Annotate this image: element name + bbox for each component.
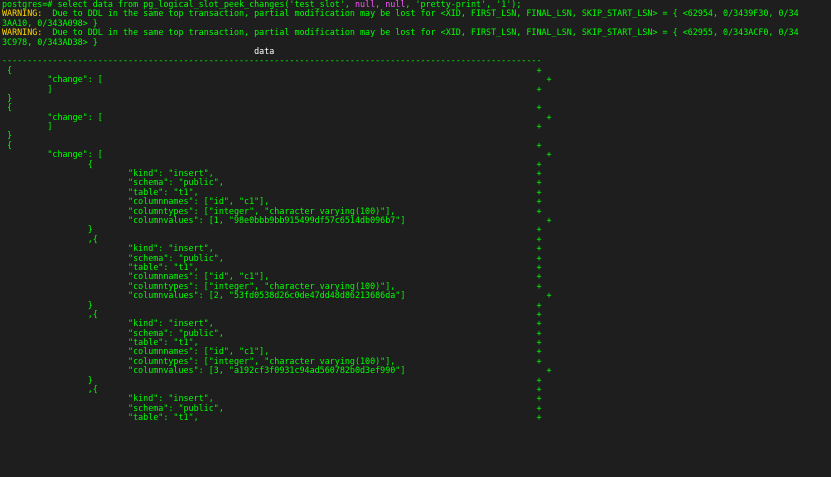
- terminal-text: "columnnames": ["id", "c1"], +: [2, 197, 542, 207]
- terminal-text: WARNING:: [2, 28, 43, 38]
- terminal-line-row: "change": [ +: [2, 113, 831, 122]
- terminal-line-row: "table": "t1", +: [2, 263, 831, 272]
- terminal-line-row: ,{ +: [2, 235, 831, 244]
- terminal-text: "schema": "public", +: [2, 403, 542, 413]
- terminal-text: "table": "t1", +: [2, 187, 542, 197]
- terminal-text: "kind": "insert", +: [2, 244, 542, 254]
- terminal-text: { +: [2, 103, 542, 113]
- terminal-text: 3AA10, 0/343A098> }: [2, 18, 98, 28]
- terminal-line-row: ] +: [2, 85, 831, 94]
- terminal-text: ,{ +: [2, 234, 542, 244]
- terminal-line-row: } +: [2, 301, 831, 310]
- terminal-line-prompt: postgres=# select data from pg_logical_s…: [2, 0, 831, 9]
- terminal-text: "table": "t1", +: [2, 413, 542, 423]
- terminal-line-row: "columnnames": ["id", "c1"], +: [2, 197, 831, 206]
- terminal-line-warning-cont: 3C978, 0/343AD38> }: [2, 38, 831, 47]
- terminal-line-row: "schema": "public", +: [2, 329, 831, 338]
- terminal-line-row: "columntypes": ["integer", "character va…: [2, 357, 831, 366]
- terminal-text: "table": "t1", +: [2, 338, 542, 348]
- terminal-line-row: "kind": "insert", +: [2, 394, 831, 403]
- terminal-text: ] +: [2, 122, 542, 132]
- terminal-text: } +: [2, 300, 542, 310]
- terminal-text: { +: [2, 140, 542, 150]
- terminal-line-row: "change": [ +: [2, 150, 831, 159]
- terminal-text: "columnnames": ["id", "c1"], +: [2, 272, 542, 282]
- terminal-text: "table": "t1", +: [2, 262, 542, 272]
- terminal-text: } +: [2, 375, 542, 385]
- terminal-line-row: "kind": "insert", +: [2, 244, 831, 253]
- terminal-text: data: [2, 46, 275, 56]
- terminal-text: ,{ +: [2, 385, 542, 395]
- terminal-line-header: data: [2, 47, 831, 56]
- terminal-text: "change": [ +: [2, 112, 552, 122]
- terminal-text: null: [385, 0, 406, 9]
- terminal-line-separator: ----------------------------------------…: [2, 56, 831, 65]
- terminal-text: ,{ +: [2, 309, 542, 319]
- terminal-line-row: }: [2, 94, 831, 103]
- terminal-text: "columnvalues": [1, "98e0bbb9bb915499df5…: [2, 215, 552, 225]
- terminal-text: "change": [ +: [2, 150, 552, 160]
- terminal-text: "columnvalues": [2, "53fd0538d26c0de47dd…: [2, 291, 552, 301]
- terminal-line-warning-cont: 3AA10, 0/343A098> }: [2, 19, 831, 28]
- terminal-line-row: "columntypes": ["integer", "character va…: [2, 282, 831, 291]
- terminal-line-row: "schema": "public", +: [2, 404, 831, 413]
- terminal-text: "schema": "public", +: [2, 178, 542, 188]
- terminal-text: "kind": "insert", +: [2, 169, 542, 179]
- terminal-text: ,: [375, 0, 386, 9]
- terminal-text: } +: [2, 225, 542, 235]
- terminal-text: Due to DDL in the same top transaction, …: [42, 28, 799, 38]
- terminal-text: null: [354, 0, 376, 9]
- terminal-line-row: "kind": "insert", +: [2, 169, 831, 178]
- terminal-text: "schema": "public", +: [2, 328, 542, 338]
- terminal-text: { +: [2, 65, 542, 75]
- terminal-line-row: ,{ +: [2, 385, 831, 394]
- terminal-text: "columnvalues": [3, "a192cf3f0931c94ad56…: [2, 366, 552, 376]
- terminal-text: "change": [ +: [2, 75, 552, 85]
- terminal-text: { +: [2, 159, 542, 169]
- terminal-line-row: ] +: [2, 122, 831, 131]
- terminal-text: "columntypes": ["integer", "character va…: [2, 206, 542, 216]
- terminal-text: postgres=# select data from pg_logical_s…: [2, 0, 355, 9]
- terminal-text: ] +: [2, 84, 542, 94]
- terminal-text: "columnnames": ["id", "c1"], +: [2, 347, 542, 357]
- terminal-text: }: [2, 93, 13, 103]
- terminal-text: "schema": "public", +: [2, 253, 542, 263]
- terminal-line-row: "table": "t1", +: [2, 338, 831, 347]
- terminal-line-warning: WARNING: Due to DDL in the same top tran…: [2, 28, 831, 37]
- terminal-text: WARNING:: [2, 9, 43, 19]
- terminal-line-row: { +: [2, 141, 831, 150]
- terminal-line-row: "change": [ +: [2, 75, 831, 84]
- terminal-text: Due to DDL in the same top transaction, …: [42, 9, 799, 19]
- terminal-line-row: "columntypes": ["integer", "character va…: [2, 207, 831, 216]
- terminal-text: 3C978, 0/343AD38> }: [2, 37, 98, 47]
- terminal-line-row: { +: [2, 103, 831, 112]
- terminal-text: ----------------------------------------…: [2, 56, 542, 66]
- terminal-text: "columntypes": ["integer", "character va…: [2, 356, 542, 366]
- terminal-line-row: } +: [2, 225, 831, 234]
- terminal-text: , 'pretty-print', '1');: [405, 0, 522, 9]
- terminal-line-row: } +: [2, 376, 831, 385]
- terminal-line-row: "kind": "insert", +: [2, 319, 831, 328]
- terminal-line-row: "schema": "public", +: [2, 254, 831, 263]
- terminal-text: "columntypes": ["integer", "character va…: [2, 281, 542, 291]
- terminal-line-row: "columnvalues": [2, "53fd0538d26c0de47dd…: [2, 291, 831, 300]
- terminal-line-row: "columnnames": ["id", "c1"], +: [2, 272, 831, 281]
- terminal-line-row: { +: [2, 160, 831, 169]
- terminal-output[interactable]: postgres=# select data from pg_logical_s…: [0, 0, 831, 477]
- terminal-line-row: "columnvalues": [1, "98e0bbb9bb915499df5…: [2, 216, 831, 225]
- terminal-line-row: ,{ +: [2, 310, 831, 319]
- terminal-line-row: { +: [2, 66, 831, 75]
- terminal-line-row: "schema": "public", +: [2, 178, 831, 187]
- terminal-line-row: "columnnames": ["id", "c1"], +: [2, 347, 831, 356]
- terminal-line-warning: WARNING: Due to DDL in the same top tran…: [2, 9, 831, 18]
- terminal-text: "kind": "insert", +: [2, 394, 542, 404]
- terminal-line-row: "columnvalues": [3, "a192cf3f0931c94ad56…: [2, 366, 831, 375]
- terminal-text: "kind": "insert", +: [2, 319, 542, 329]
- terminal-text: }: [2, 131, 13, 141]
- terminal-line-row: "table": "t1", +: [2, 188, 831, 197]
- terminal-line-row: }: [2, 131, 831, 140]
- terminal-line-row: "table": "t1", +: [2, 413, 831, 422]
